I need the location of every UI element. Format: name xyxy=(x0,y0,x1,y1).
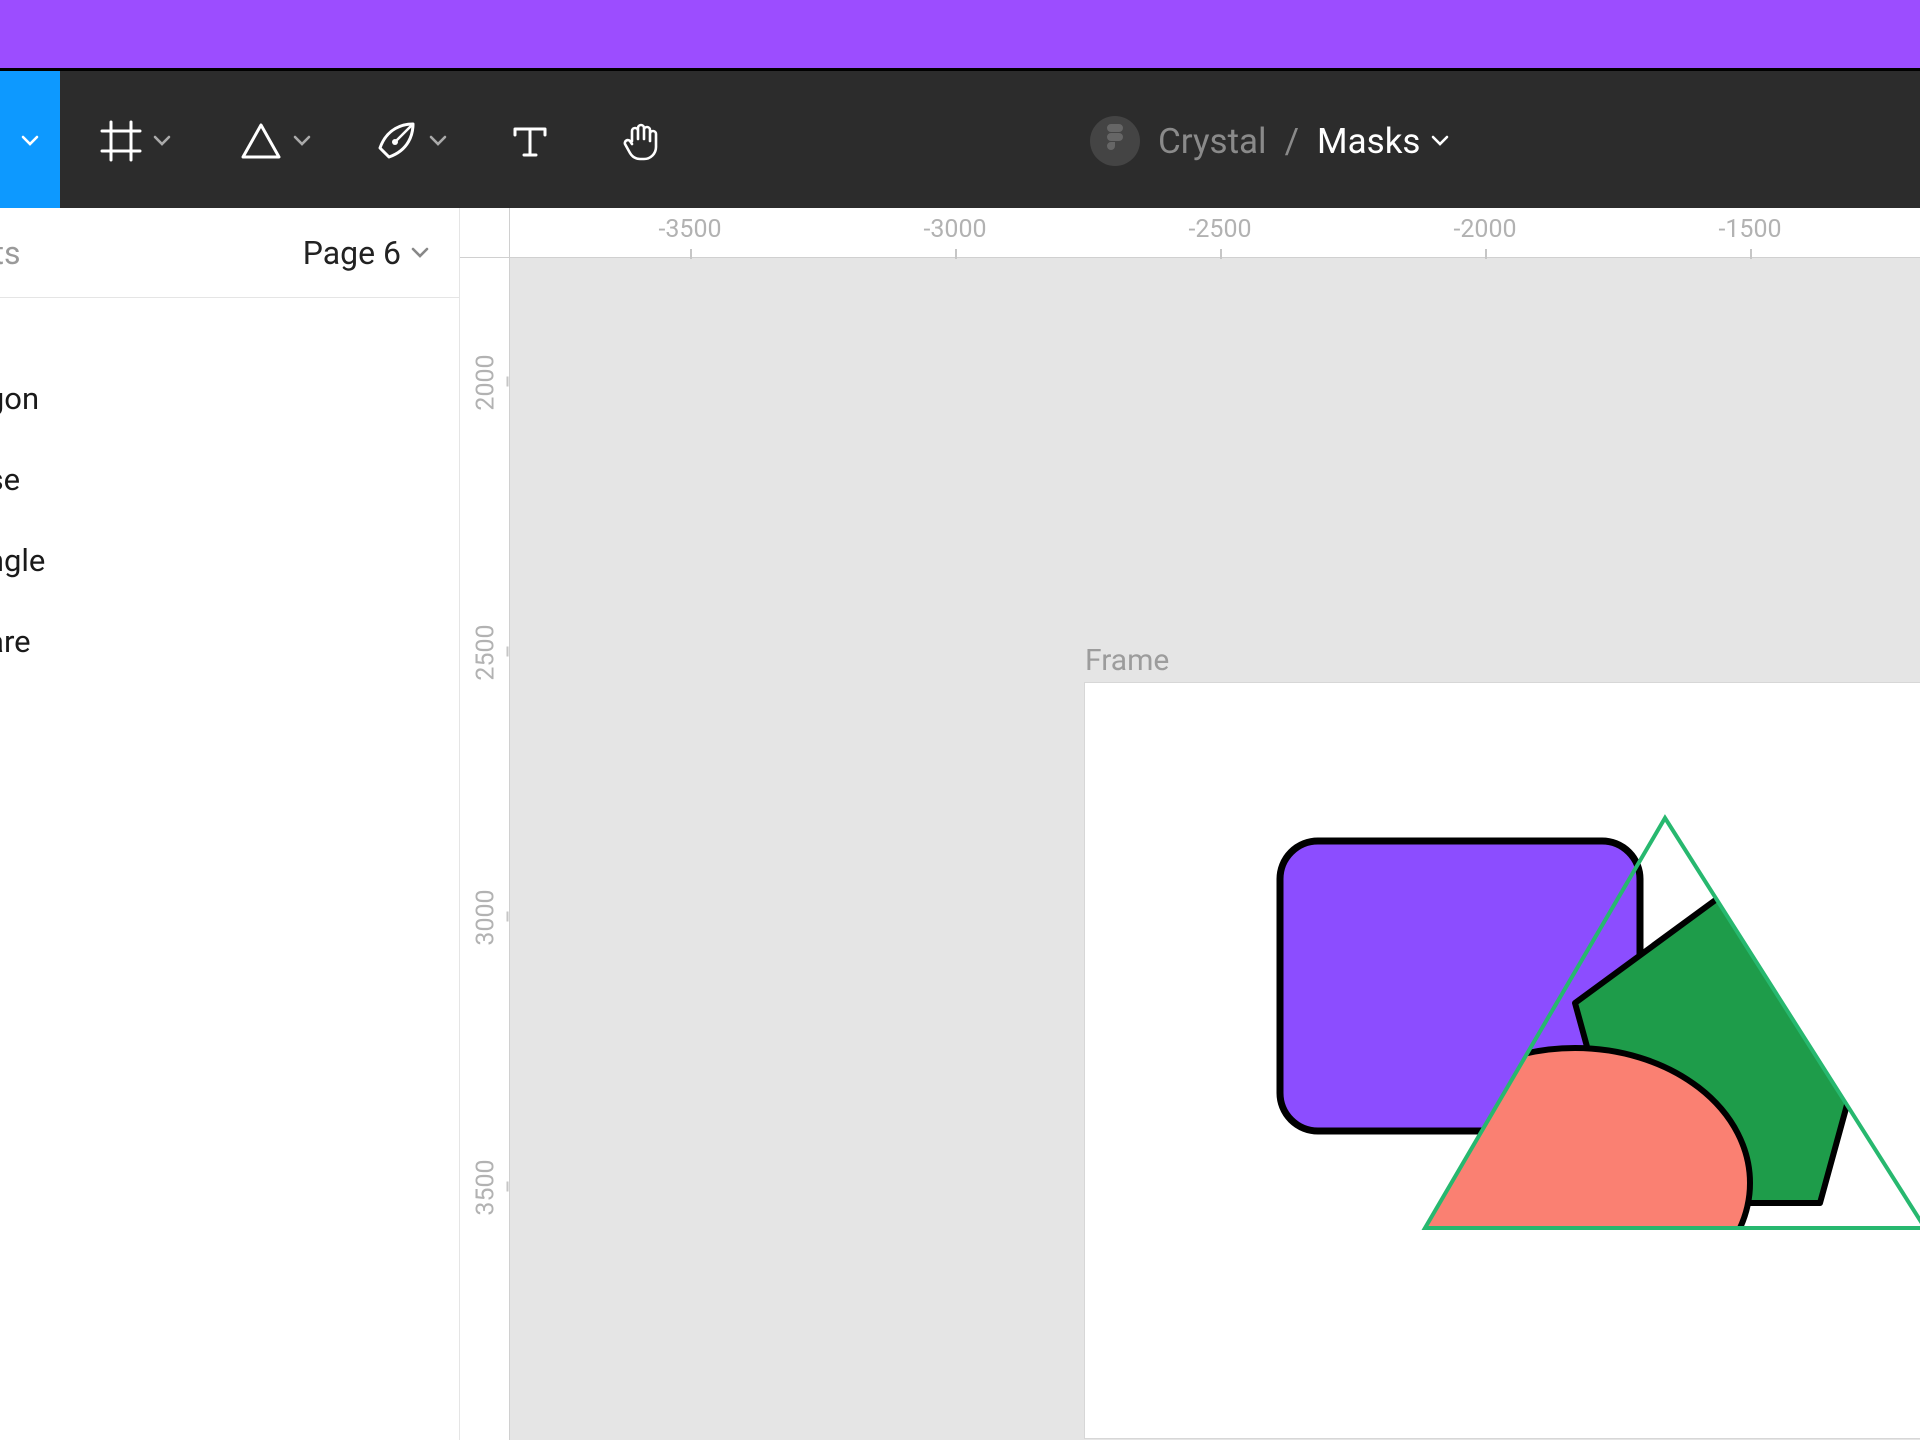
ruler-tick: -1500 xyxy=(1705,215,1795,244)
layers-panel: sets Page 6 agon ose angle uare xyxy=(0,208,460,1440)
ruler-tick: 2000 xyxy=(472,343,501,423)
layer-item[interactable]: angle xyxy=(0,520,459,601)
hand-tool[interactable] xyxy=(600,71,680,211)
chevron-down-icon xyxy=(293,132,311,150)
text-icon xyxy=(510,121,550,161)
polygon-icon xyxy=(239,119,283,163)
project-name[interactable]: Crystal xyxy=(1158,121,1267,162)
hand-icon xyxy=(618,119,662,163)
chevron-down-icon xyxy=(21,132,39,150)
frame-label[interactable]: Frame xyxy=(1085,643,1169,678)
layer-list: agon ose angle uare xyxy=(0,298,459,682)
chevron-down-icon xyxy=(1431,132,1449,150)
file-name[interactable]: Masks xyxy=(1317,121,1448,162)
main-toolbar: Crystal / Masks xyxy=(0,68,1920,208)
pen-tool[interactable] xyxy=(355,71,465,211)
ruler-tick: -2000 xyxy=(1440,215,1530,244)
file-name-label: Masks xyxy=(1317,121,1420,162)
horizontal-ruler: -3500 -3000 -2500 -2000 -1500 xyxy=(510,208,1920,258)
frame-icon xyxy=(99,119,143,163)
page-selector[interactable]: Page 6 xyxy=(303,234,429,272)
text-tool[interactable] xyxy=(490,71,570,211)
layer-item[interactable]: ose xyxy=(0,439,459,520)
figma-logo-icon[interactable] xyxy=(1090,116,1140,166)
vertical-ruler: 2000 2500 3000 3500 xyxy=(460,258,510,1440)
frame-tool[interactable] xyxy=(80,71,190,211)
panel-tab[interactable]: sets xyxy=(0,234,20,272)
chevron-down-icon xyxy=(429,132,447,150)
page-label: Page 6 xyxy=(303,234,401,272)
ruler-tick: 3000 xyxy=(472,878,501,958)
canvas-shapes xyxy=(1085,683,1920,1438)
chevron-down-icon xyxy=(411,244,429,262)
breadcrumb: Crystal / Masks xyxy=(1090,71,1449,211)
ruler-tick: -3500 xyxy=(645,215,735,244)
layer-item[interactable]: agon xyxy=(0,358,459,439)
ruler-tick: -3000 xyxy=(910,215,1000,244)
ruler-tick: -2500 xyxy=(1175,215,1265,244)
ruler-corner xyxy=(460,208,510,258)
layer-item[interactable]: uare xyxy=(0,601,459,682)
shape-tool[interactable] xyxy=(220,71,330,211)
chevron-down-icon xyxy=(153,132,171,150)
pen-icon xyxy=(373,118,419,164)
panel-header: sets Page 6 xyxy=(0,208,459,298)
move-tool[interactable] xyxy=(0,71,60,211)
canvas-area[interactable]: -3500 -3000 -2500 -2000 -1500 2000 2500 … xyxy=(460,208,1920,1440)
ruler-tick: 2500 xyxy=(472,613,501,693)
breadcrumb-separator: / xyxy=(1285,121,1299,162)
ruler-tick: 3500 xyxy=(472,1148,501,1228)
top-banner xyxy=(0,0,1920,68)
